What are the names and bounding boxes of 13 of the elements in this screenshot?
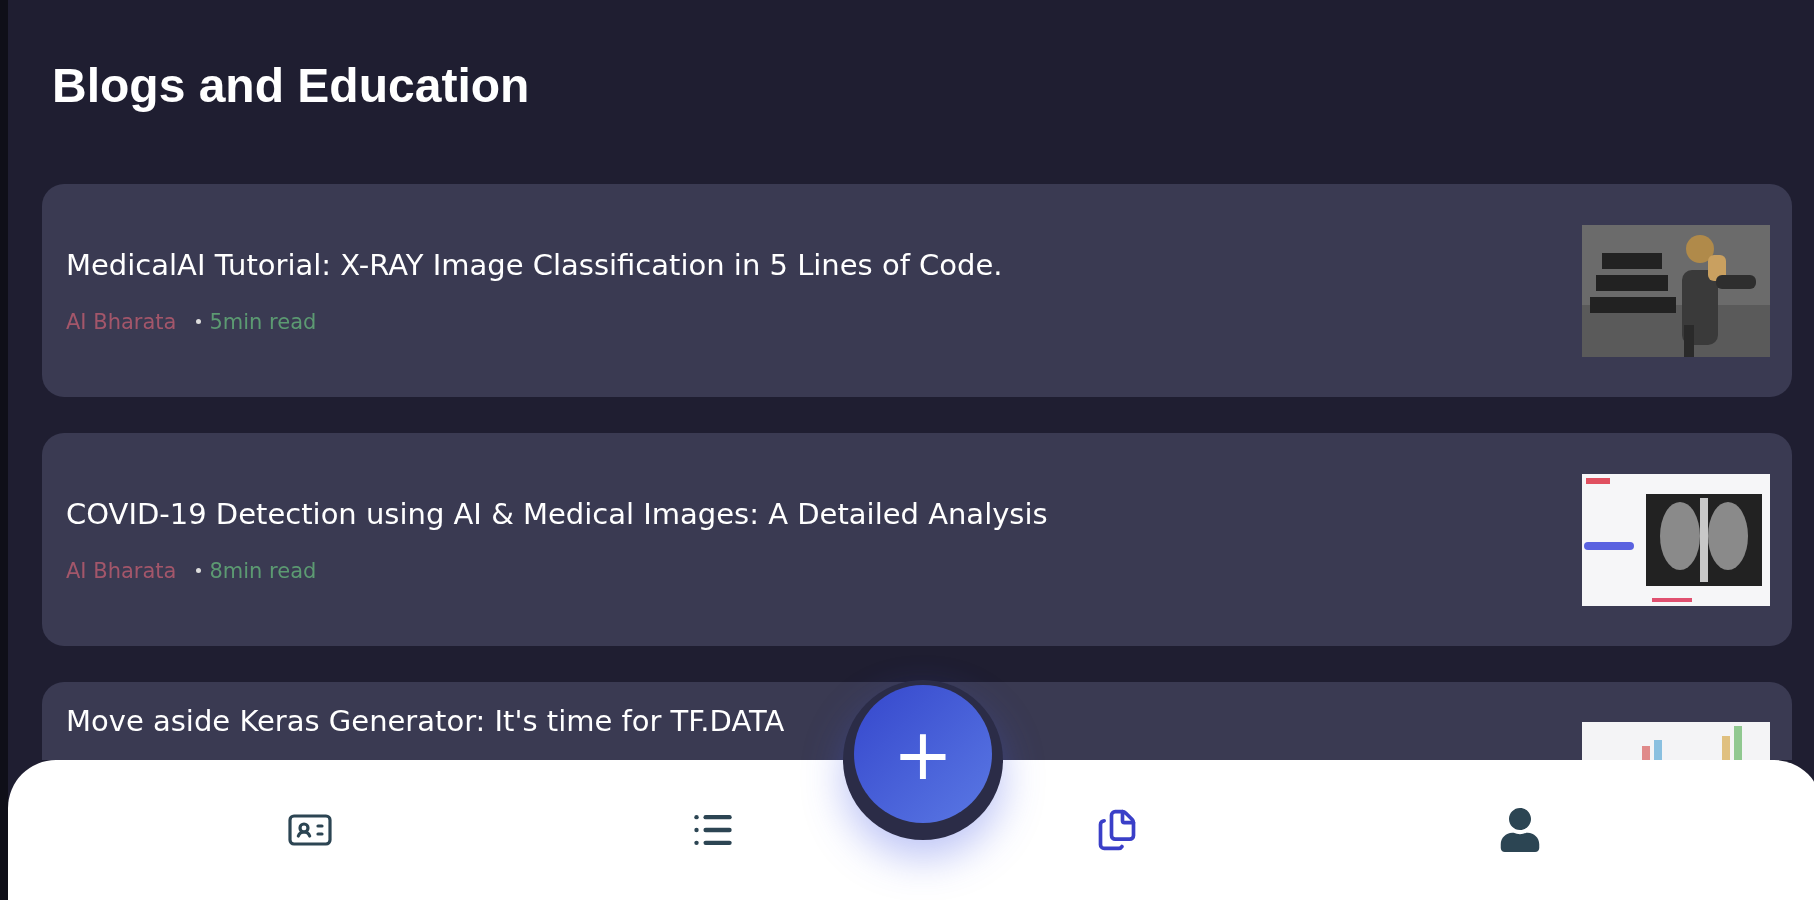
read-time: 8min read [209,558,317,583]
post-title: MedicalAI Tutorial: X-RAY Image Classification in 5 Lines of Code. [66,247,1004,282]
separator-dot [196,568,202,573]
blog-card[interactable]: MedicalAI Tutorial: X-RAY Image Classification in 5 Lines of Code. AI Bharata 5min read [42,184,1792,397]
page-title: Blogs and Education [52,58,531,114]
read-time: 5min read [209,309,317,334]
author-name: AI Bharata [66,309,177,334]
add-button[interactable]: + [854,685,992,823]
post-title: COVID-19 Detection using AI & Medical Images: A Detailed Analysis [66,496,1049,531]
separator-dot [196,319,202,324]
blog-card[interactable]: COVID-19 Detection using AI & Medical Images: A Detailed Analysis AI Bharata 8min read [42,433,1792,646]
author-name: AI Bharata [66,558,177,583]
post-title: Move aside Keras Generator: It's time for TF.DATA [66,704,786,738]
